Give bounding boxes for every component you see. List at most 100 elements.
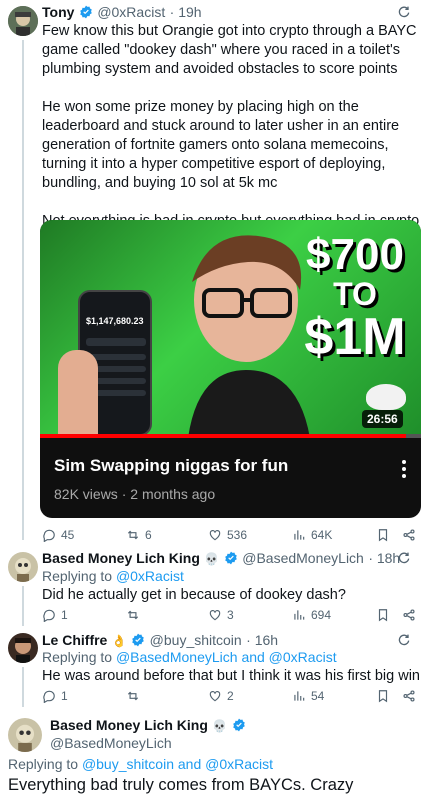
tweet-text: He was around before that but I think it… xyxy=(42,668,420,684)
avatar-image xyxy=(8,633,38,663)
avatar-image xyxy=(8,718,42,752)
tweet-header: Based Money Lich King 💀 @BasedMoneyLich … xyxy=(42,550,400,568)
repost-icon xyxy=(127,691,139,701)
view-count: 64K xyxy=(311,528,333,542)
video-views: 82K views xyxy=(54,486,118,502)
tweet-body: Few know this but Orangie got into crypt… xyxy=(42,22,424,250)
view-count: 54 xyxy=(311,689,325,703)
avatar-le-chiffre[interactable] xyxy=(8,633,38,663)
repost-count: 6 xyxy=(145,528,152,542)
grok-icon[interactable] xyxy=(396,550,412,566)
verified-badge-icon xyxy=(80,5,92,19)
repost-button[interactable] xyxy=(126,689,208,703)
handle[interactable]: @buy_shitcoin xyxy=(150,632,242,648)
replying-prefix: Replying to xyxy=(8,756,79,772)
avatar-image xyxy=(8,552,38,582)
tweet-header: Tony @0xRacist · 19h xyxy=(42,4,202,22)
handle[interactable]: @BasedMoneyLich xyxy=(242,550,364,566)
like-count: 536 xyxy=(227,528,248,542)
reply-count: 1 xyxy=(61,608,68,622)
headline-bottom: $1M xyxy=(304,308,406,366)
display-name[interactable]: Based Money Lich King xyxy=(42,550,200,566)
grok-icon[interactable] xyxy=(396,4,412,20)
view-count: 694 xyxy=(311,608,332,622)
display-name[interactable]: Le Chiffre xyxy=(42,632,107,648)
views-button[interactable]: 54 xyxy=(292,689,376,703)
video-title[interactable]: Sim Swapping niggas for fun xyxy=(54,456,288,476)
headline-top: $700 xyxy=(306,230,404,279)
display-name[interactable]: Tony xyxy=(42,4,74,20)
reply-icon xyxy=(43,529,55,542)
replying-to-link[interactable]: @BasedMoneyLich and @0xRacist xyxy=(116,649,337,665)
views-icon xyxy=(294,610,305,620)
verified-badge-icon xyxy=(233,718,245,732)
share-icon[interactable] xyxy=(402,689,416,703)
replying-prefix: Replying to xyxy=(42,568,113,584)
avatar-image xyxy=(8,6,38,36)
timestamp[interactable]: · 19h xyxy=(170,4,202,20)
skull-emoji: 💀 xyxy=(212,719,228,733)
skull-emoji: 💀 xyxy=(204,552,220,566)
tweet-header: Based Money Lich King 💀 xyxy=(50,717,246,735)
avatar-based-money-lich-king[interactable] xyxy=(8,552,38,582)
hand-emoji: 👌 xyxy=(111,634,127,648)
avatar-based-money-lich-king[interactable] xyxy=(8,718,42,752)
share-icon[interactable] xyxy=(402,608,416,622)
like-button[interactable]: 3 xyxy=(208,608,292,622)
timestamp[interactable]: · 16h xyxy=(246,632,278,648)
reply-count: 1 xyxy=(61,689,68,703)
verified-badge-icon xyxy=(132,633,144,647)
like-button[interactable]: 536 xyxy=(208,528,292,542)
like-button[interactable]: 2 xyxy=(208,689,292,703)
action-bar: 1 3 694 xyxy=(42,608,422,622)
reply-icon xyxy=(43,609,55,622)
progress-bar[interactable] xyxy=(40,434,421,438)
share-icon[interactable] xyxy=(402,528,416,542)
hand-image xyxy=(58,350,98,438)
action-bar: 45 6 536 64K xyxy=(42,528,422,542)
avatar-tony[interactable] xyxy=(8,6,38,36)
reply-count: 45 xyxy=(61,528,75,542)
tweet-paragraph: He won some prize money by placing high … xyxy=(42,99,400,191)
replying-to-link[interactable]: @0xRacist xyxy=(116,568,184,584)
reply-button[interactable]: 1 xyxy=(42,689,126,703)
views-button[interactable]: 694 xyxy=(292,608,376,622)
cursor-blob xyxy=(366,384,406,410)
handle[interactable]: @BasedMoneyLich xyxy=(50,735,172,751)
repost-icon xyxy=(127,530,139,540)
verified-badge-icon xyxy=(225,551,237,565)
views-icon xyxy=(294,691,305,701)
bookmark-icon[interactable] xyxy=(376,608,390,622)
thumbnail-headline: $700 TO $1M xyxy=(295,230,415,366)
replying-to: Replying to @buy_shitcoin and @0xRacist xyxy=(8,756,273,772)
replying-to-link[interactable]: @buy_shitcoin and @0xRacist xyxy=(82,756,273,772)
progress-fill xyxy=(40,434,406,438)
tweet-text: Everything bad truly comes from BAYCs. C… xyxy=(8,776,354,794)
views-button[interactable]: 64K xyxy=(292,528,376,542)
duration-badge: 26:56 xyxy=(362,410,403,428)
video-card[interactable]: $1,147,680.23 $700 TO $1M 26:56 Sim Swap… xyxy=(40,220,421,518)
more-options-icon[interactable] xyxy=(402,460,406,478)
bookmark-icon[interactable] xyxy=(376,689,390,703)
like-count: 3 xyxy=(227,608,234,622)
tweet-header: Le Chiffre 👌 @buy_shitcoin · 16h xyxy=(42,632,278,650)
bookmark-icon[interactable] xyxy=(376,528,390,542)
repost-button[interactable] xyxy=(126,608,208,622)
reply-button[interactable]: 1 xyxy=(42,608,126,622)
heart-icon xyxy=(209,530,221,541)
heart-icon xyxy=(209,691,221,702)
headline-mid: TO xyxy=(333,276,377,312)
views-icon xyxy=(294,530,305,540)
repost-button[interactable]: 6 xyxy=(126,528,208,542)
repost-icon xyxy=(127,610,139,620)
meta-separator: · xyxy=(121,486,131,502)
replying-to: Replying to @BasedMoneyLich and @0xRacis… xyxy=(42,649,337,665)
display-name[interactable]: Based Money Lich King xyxy=(50,717,208,733)
video-thumbnail[interactable]: $1,147,680.23 $700 TO $1M 26:56 xyxy=(40,220,421,438)
grok-icon[interactable] xyxy=(396,632,412,648)
reply-icon xyxy=(43,690,55,703)
replying-prefix: Replying to xyxy=(42,649,113,665)
handle[interactable]: @0xRacist xyxy=(97,4,165,20)
video-age: 2 months ago xyxy=(130,486,216,502)
reply-button[interactable]: 45 xyxy=(42,528,126,542)
